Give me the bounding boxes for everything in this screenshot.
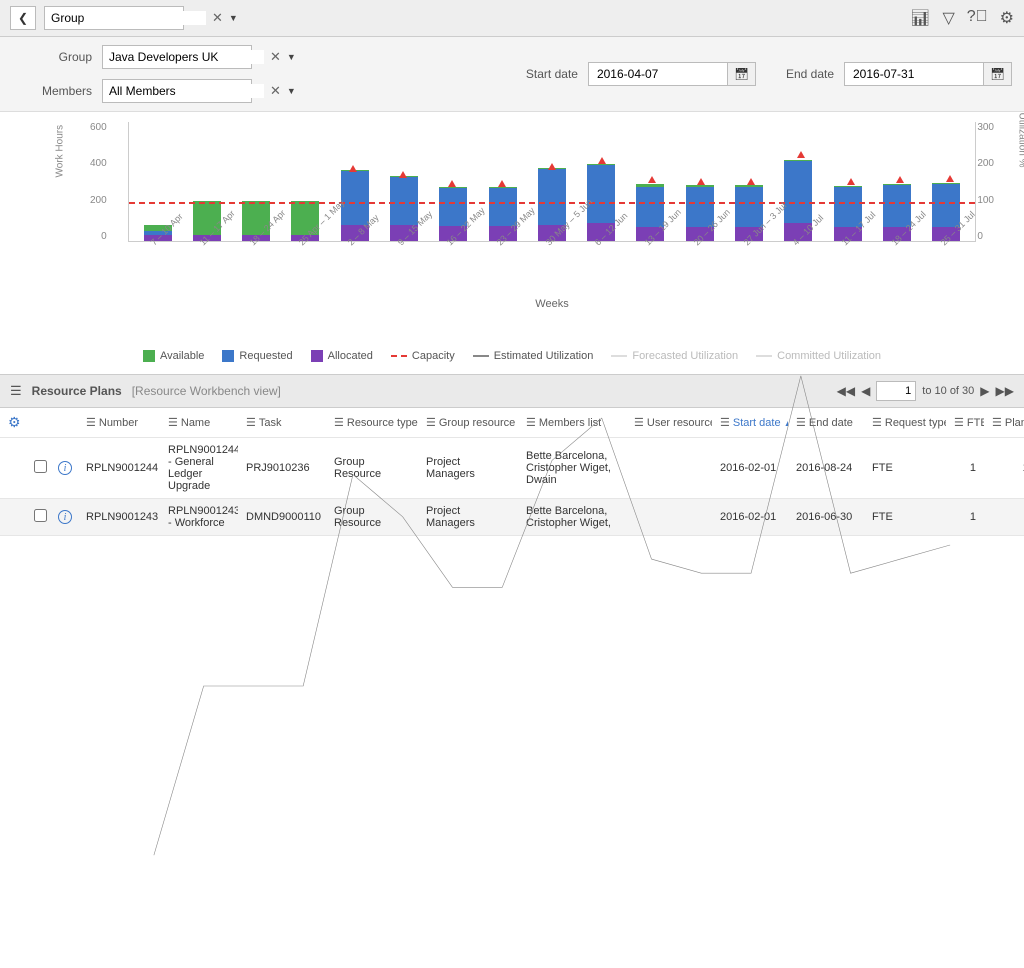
warning-triangle-icon [648,176,656,183]
menu-icon: ☰ [992,417,1002,429]
clear-search-icon[interactable]: ✕ [212,10,223,26]
top-bar: ❮ ✕ ▼ 📊︎ ▽ ?⃝ ⚙ [0,0,1024,37]
filter-icon[interactable]: ▽ [942,8,954,28]
members-label: Members [12,84,92,98]
warning-triangle-icon [946,175,954,182]
end-date-input[interactable] [844,62,984,86]
search-dropdown-caret[interactable]: ▼ [229,13,238,23]
gear-icon[interactable]: ⚙ [8,414,21,430]
clear-members-icon[interactable]: ✕ [270,83,281,99]
chart-plot [128,122,976,242]
menu-icon: ☰ [86,417,96,429]
warning-triangle-icon [747,178,755,185]
gear-icon[interactable]: ⚙ [1000,8,1014,28]
warning-triangle-icon [548,163,556,170]
warning-triangle-icon [896,176,904,183]
y-axis-left-label: Work Hours [55,125,66,178]
end-date-label: End date [786,67,834,81]
info-icon[interactable]: i [58,461,72,475]
members-caret-icon[interactable]: ▼ [287,86,296,96]
warning-triangle-icon [797,151,805,158]
members-select[interactable]: ✕ ▼ [102,79,252,103]
chart-area: Work Hours Utilization % 600 400 200 0 3… [0,112,1024,342]
cell-planned-hours: 87 [984,499,1024,536]
group-label: Group [12,50,92,64]
chart-icon[interactable]: 📊︎ [910,8,930,28]
start-date-picker-button[interactable]: 📅︎ [728,62,756,86]
start-date-label: Start date [526,67,578,81]
start-date-input[interactable] [588,62,728,86]
group-caret-icon[interactable]: ▼ [287,52,296,62]
clear-group-icon[interactable]: ✕ [270,49,281,65]
cell-planned-hours: 1,18 [984,438,1024,499]
next-page-button[interactable]: ▶ [980,384,989,398]
y-axis-right-label: Utilization % [1017,112,1024,167]
calendar-icon: 📅︎ [990,67,1005,81]
warning-triangle-icon [697,178,705,185]
group-input[interactable] [109,50,264,64]
warning-triangle-icon [448,180,456,187]
top-actions: 📊︎ ▽ ?⃝ ⚙ [910,8,1014,28]
warning-triangle-icon [847,178,855,185]
grid-title: Resource Plans [32,384,122,398]
search-input[interactable] [51,11,206,25]
filter-bar: Group ✕ ▼ Members ✕ ▼ Start date 📅︎ End … [0,37,1024,112]
calendar-icon: 📅︎ [734,67,749,81]
group-select[interactable]: ✕ ▼ [102,45,252,69]
end-date-picker-button[interactable]: 📅︎ [984,62,1012,86]
y-axis-right: 300 200 100 0 [977,122,994,242]
row-checkbox[interactable] [34,460,47,473]
back-button[interactable]: ❮ [10,6,36,30]
row-checkbox[interactable] [34,509,47,522]
col-planned-hours[interactable]: ☰Planned hours [984,408,1024,438]
menu-icon[interactable]: ☰ [10,383,22,399]
info-icon[interactable]: i [58,510,72,524]
warning-triangle-icon [349,165,357,172]
y-axis-left: 600 400 200 0 [90,122,107,242]
warning-triangle-icon [598,157,606,164]
warning-triangle-icon [399,171,407,178]
warning-triangle-icon [498,180,506,187]
members-input[interactable] [109,84,264,98]
last-page-button[interactable]: ▶▶ [996,384,1014,398]
search-field-wrap: ✕ ▼ [44,6,184,30]
help-icon[interactable]: ?⃝ [967,8,988,28]
